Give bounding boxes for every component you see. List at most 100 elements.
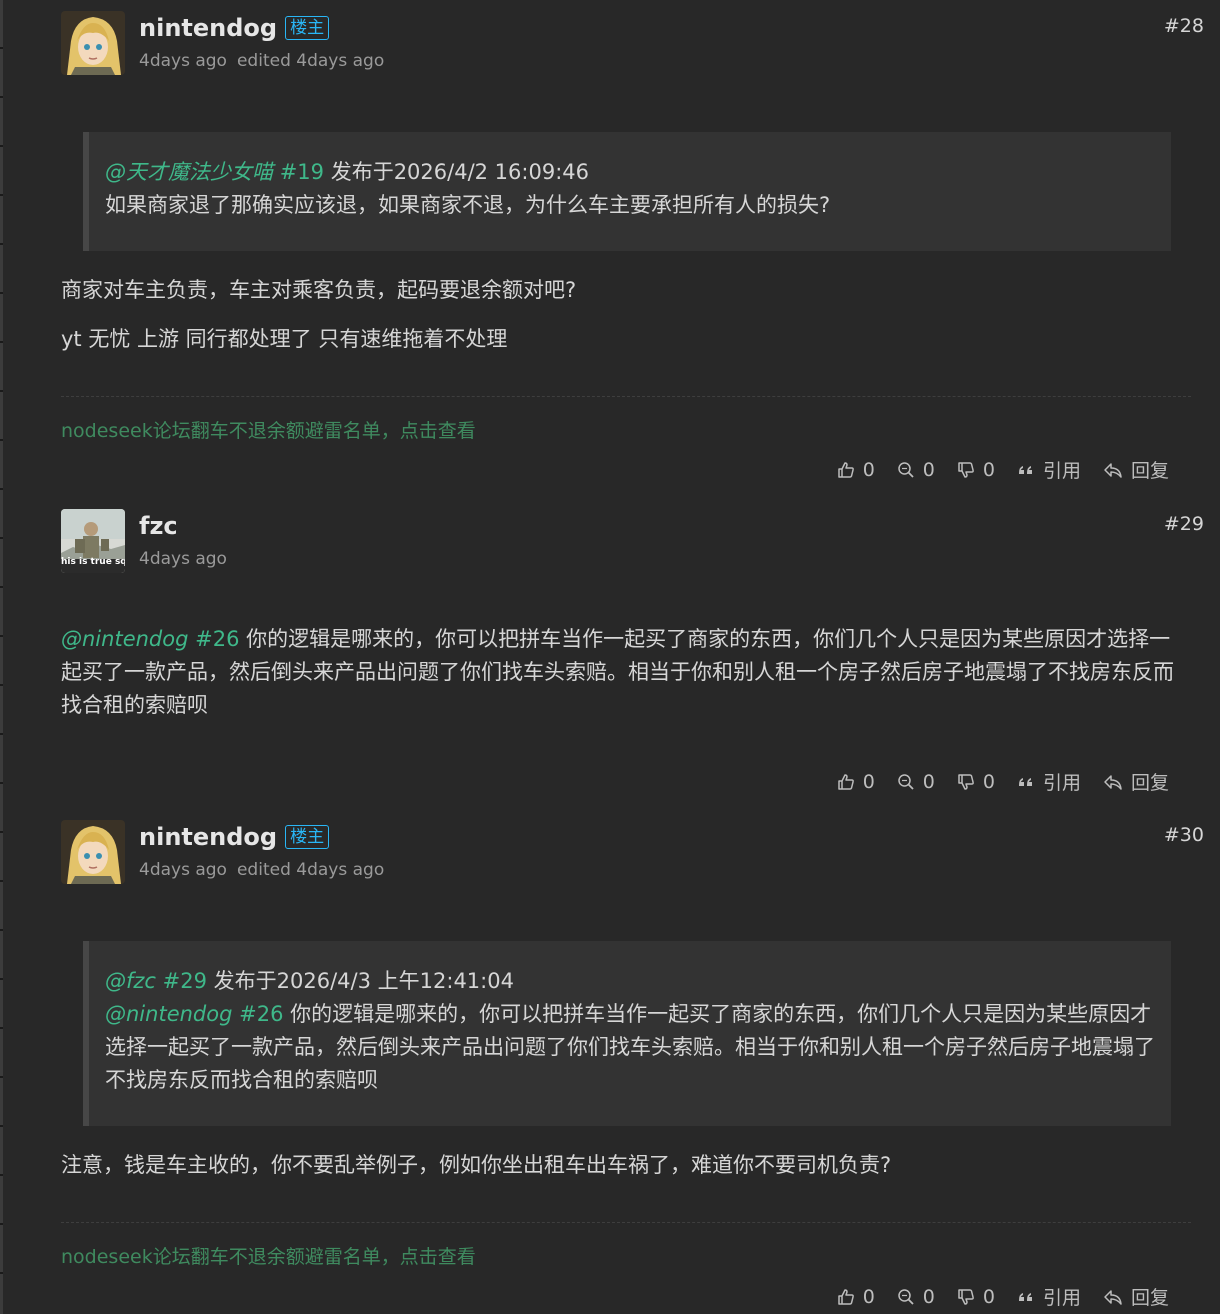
dislike-button[interactable]: 0 — [957, 1286, 995, 1308]
quote-button[interactable]: 引用 — [1017, 1283, 1081, 1310]
quote-icon — [1018, 465, 1032, 474]
floor-ref-link[interactable]: #19 — [280, 160, 324, 184]
quote-published: 发布于2026/4/3 上午12:41:04 — [206, 969, 514, 993]
dislike-count: 0 — [982, 1285, 995, 1308]
like-count: 0 — [862, 458, 875, 481]
edited-time: edited 4days ago — [236, 51, 385, 71]
like-button[interactable]: 0 — [837, 459, 875, 481]
op-badge: 楼主 — [285, 16, 330, 40]
thumbs-down-icon — [958, 773, 974, 790]
thumbs-up-icon — [837, 461, 854, 478]
floor-ref-link[interactable]: #26 — [195, 627, 239, 651]
search-count: 0 — [922, 1285, 935, 1308]
quote-label: 引用 — [1042, 460, 1081, 482]
quote-label: 引用 — [1042, 1287, 1081, 1309]
like-count: 0 — [862, 1285, 875, 1308]
reply-label: 回复 — [1130, 460, 1169, 482]
avatar[interactable]: his is true sque — [61, 509, 125, 573]
quote-text: @nintendog #26 你的逻辑是哪来的，你可以把拼车当作一起买了商家的东… — [105, 998, 1155, 1097]
quote-published: 发布于2026/4/2 16:09:46 — [324, 160, 589, 184]
thumbs-up-icon — [837, 773, 854, 790]
dislike-count: 0 — [982, 458, 995, 481]
reply-button[interactable]: 回复 — [1103, 768, 1169, 795]
post-actions: 0 0 0 引用 回复 — [815, 456, 1169, 483]
username-text[interactable]: nintendog — [139, 823, 277, 851]
signature-link[interactable]: nodeseek论坛翻车不退余额避雷名单，点击查看 — [61, 1242, 476, 1269]
username[interactable]: nintendog 楼主 — [139, 14, 330, 42]
avatar-image — [61, 11, 125, 75]
avatar[interactable] — [61, 820, 125, 884]
search-icon — [898, 1288, 914, 1305]
floor-ref-link[interactable]: #26 — [239, 1002, 283, 1026]
search-icon — [898, 461, 914, 478]
username-text[interactable]: fzc — [139, 512, 178, 540]
post-actions: 0 0 0 引用 回复 — [815, 768, 1169, 795]
floor-ref-link[interactable]: #29 — [163, 969, 207, 993]
quote-text: 如果商家退了那确实应该退，如果商家不退，为什么车主要承担所有人的损失? — [105, 193, 831, 217]
like-count: 0 — [862, 770, 875, 793]
post-paragraph: 商家对车主负责，车主对乘客负责，起码要退余额对吧? — [61, 278, 577, 302]
avatar-caption: his is true sque — [61, 557, 125, 567]
thumbs-up-icon — [837, 1288, 854, 1305]
post-paragraph: 注意，钱是车主收的，你不要乱举例子，例如你坐出租车出车祸了，难道你不要司机负责? — [61, 1153, 892, 1177]
reply-button[interactable]: 回复 — [1103, 456, 1169, 483]
mention-link[interactable]: @fzc — [105, 969, 156, 993]
reply-icon — [1104, 1289, 1122, 1305]
quote-header: @天才魔法少女喵 #19 发布于2026/4/2 16:09:46 — [105, 156, 1155, 189]
quote-icon — [1018, 777, 1032, 786]
floor-number[interactable]: #29 — [1164, 513, 1204, 535]
reply-icon — [1104, 774, 1122, 790]
post-actions: 0 0 0 引用 回复 — [815, 1283, 1169, 1310]
quote-icon — [1018, 1292, 1032, 1301]
signature-divider — [61, 1222, 1191, 1223]
dislike-count: 0 — [982, 770, 995, 793]
floor-number[interactable]: #30 — [1164, 824, 1204, 846]
post-meta: 4days ago — [139, 549, 227, 569]
thumbs-down-icon — [958, 461, 974, 478]
like-button[interactable]: 0 — [837, 771, 875, 793]
dislike-button[interactable]: 0 — [957, 771, 995, 793]
thumbs-down-icon — [958, 1288, 974, 1305]
quote-label: 引用 — [1042, 772, 1081, 794]
mention-link[interactable]: @nintendog — [61, 627, 188, 651]
post-meta: 4days ago edited 4days ago — [139, 860, 384, 880]
search-count: 0 — [922, 770, 935, 793]
signature-divider — [61, 396, 1191, 397]
username[interactable]: nintendog 楼主 — [139, 823, 330, 851]
post-meta: 4days ago edited 4days ago — [139, 51, 384, 71]
avatar[interactable] — [61, 11, 125, 75]
username[interactable]: fzc — [139, 512, 178, 540]
edited-time: edited 4days ago — [236, 860, 385, 880]
post-28: nintendog 楼主 4days ago edited 4days ago #2… — [0, 0, 1220, 495]
reply-button[interactable]: 回复 — [1103, 1283, 1169, 1310]
username-text[interactable]: nintendog — [139, 14, 277, 42]
op-badge: 楼主 — [285, 825, 330, 849]
post-paragraph: yt 无忧 上游 同行都处理了 只有速维拖着不处理 — [61, 327, 508, 351]
floor-number[interactable]: #28 — [1164, 15, 1204, 37]
quote-button[interactable]: 引用 — [1017, 456, 1081, 483]
signature-link[interactable]: nodeseek论坛翻车不退余额避雷名单，点击查看 — [61, 416, 476, 443]
post-paragraph: @nintendog #26 你的逻辑是哪来的，你可以把拼车当作一起买了商家的东… — [61, 623, 1191, 722]
post-30: nintendog 楼主 4days ago edited 4days ago #3… — [0, 808, 1220, 1314]
post-time[interactable]: 4days ago — [139, 51, 227, 71]
post-time[interactable]: 4days ago — [139, 860, 227, 880]
search-icon — [898, 773, 914, 790]
search-button[interactable]: 0 — [897, 459, 935, 481]
mention-link[interactable]: @天才魔法少女喵 — [105, 160, 273, 184]
quote-header: @fzc #29 发布于2026/4/3 上午12:41:04 — [105, 965, 1155, 998]
blockquote: @fzc #29 发布于2026/4/3 上午12:41:04 @nintend… — [83, 941, 1171, 1126]
search-button[interactable]: 0 — [897, 1286, 935, 1308]
dislike-button[interactable]: 0 — [957, 459, 995, 481]
reply-label: 回复 — [1130, 772, 1169, 794]
mention-link[interactable]: @nintendog — [105, 1002, 232, 1026]
post-time[interactable]: 4days ago — [139, 549, 227, 569]
blockquote: @天才魔法少女喵 #19 发布于2026/4/2 16:09:46 如果商家退了… — [83, 132, 1171, 251]
avatar-image — [61, 820, 125, 884]
quote-button[interactable]: 引用 — [1017, 768, 1081, 795]
reply-icon — [1104, 462, 1122, 478]
search-count: 0 — [922, 458, 935, 481]
like-button[interactable]: 0 — [837, 1286, 875, 1308]
reply-label: 回复 — [1130, 1287, 1169, 1309]
search-button[interactable]: 0 — [897, 771, 935, 793]
post-29: his is true sque fzc 4days ago #29 @nint… — [0, 495, 1220, 805]
